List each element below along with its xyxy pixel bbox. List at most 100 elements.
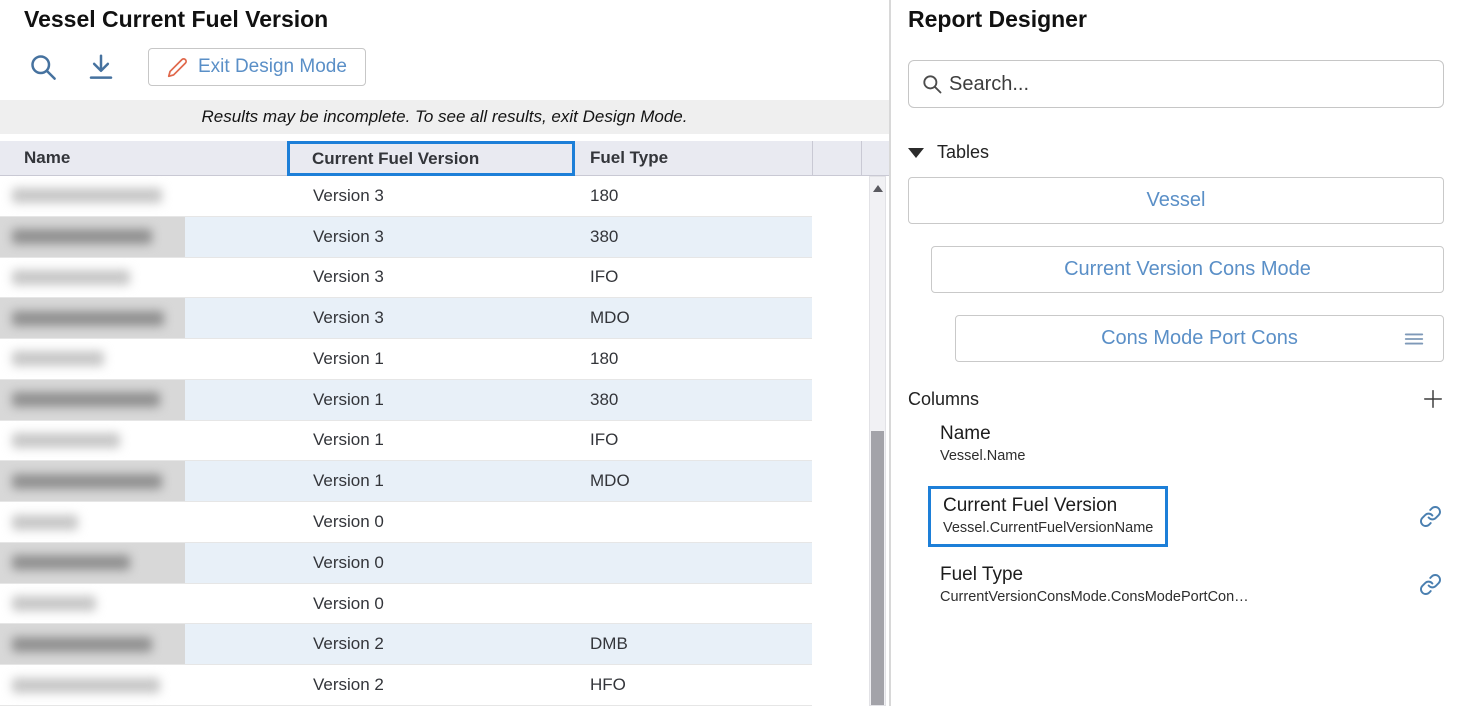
- table-header-row: Name Current Fuel Version Fuel Type: [0, 141, 889, 176]
- header-separator: [861, 141, 862, 175]
- column-path: CurrentVersionConsMode.ConsModePortCon…: [940, 589, 1249, 605]
- current-fuel-version-cell: Version 0: [287, 553, 577, 573]
- table-button-current-version-cons-mode[interactable]: Current Version Cons Mode: [931, 246, 1444, 293]
- current-fuel-version-cell: Version 3: [287, 186, 577, 206]
- vertical-scrollbar[interactable]: [869, 176, 886, 706]
- table-button-label: Cons Mode Port Cons: [1101, 327, 1298, 349]
- current-fuel-version-cell: Version 1: [287, 430, 577, 450]
- table-row[interactable]: Version 3 IFO: [0, 258, 812, 299]
- search-input[interactable]: [949, 73, 1431, 96]
- redacted-name: [12, 678, 160, 693]
- scrollbar-thumb[interactable]: [871, 431, 884, 705]
- name-cell-redacted: [0, 461, 185, 501]
- redacted-name: [12, 596, 96, 611]
- current-fuel-version-cell: Version 1: [287, 349, 577, 369]
- tables-section-label: Tables: [937, 142, 989, 163]
- name-cell-redacted: [0, 339, 287, 379]
- fuel-type-cell: IFO: [577, 267, 812, 287]
- exit-design-mode-label: Exit Design Mode: [198, 56, 347, 78]
- name-cell-redacted: [0, 584, 287, 624]
- table-row[interactable]: Version 3 180: [0, 176, 812, 217]
- name-cell-redacted: [0, 624, 185, 664]
- current-fuel-version-cell: Version 0: [287, 512, 577, 532]
- link-icon[interactable]: [1419, 573, 1442, 596]
- add-column-icon[interactable]: [1422, 388, 1444, 410]
- fuel-type-cell: 180: [577, 349, 812, 369]
- menu-icon[interactable]: [1401, 328, 1427, 350]
- header-separator: [812, 141, 813, 175]
- table-button-vessel[interactable]: Vessel: [908, 177, 1444, 224]
- search-button[interactable]: [24, 48, 62, 86]
- column-item-name[interactable]: Name Vessel.Name: [908, 423, 1444, 464]
- search-icon: [921, 73, 943, 95]
- table-row[interactable]: Version 1 180: [0, 339, 812, 380]
- table-row[interactable]: Version 0: [0, 584, 812, 625]
- report-designer-panel: Report Designer Tables Vessel Current Ve…: [889, 0, 1464, 706]
- column-path: Vessel.Name: [940, 448, 1025, 464]
- column-header-fuel-type[interactable]: Fuel Type: [577, 141, 812, 175]
- search-icon: [28, 52, 58, 82]
- name-cell-redacted: [0, 543, 185, 583]
- name-cell-redacted: [0, 217, 185, 257]
- name-cell-redacted: [0, 298, 185, 338]
- columns-section-header: Columns: [908, 388, 1444, 410]
- column-name: Fuel Type: [940, 564, 1249, 586]
- fuel-type-cell: MDO: [577, 308, 812, 328]
- highlighted-column-box: Current Fuel Version Vessel.CurrentFuelV…: [928, 486, 1168, 547]
- exit-design-mode-button[interactable]: Exit Design Mode: [148, 48, 366, 86]
- redacted-name: [12, 637, 152, 652]
- table-row[interactable]: Version 2 HFO: [0, 665, 812, 706]
- table-row[interactable]: Version 1 IFO: [0, 421, 812, 462]
- scroll-up-button[interactable]: [873, 185, 883, 192]
- table-row[interactable]: Version 1 MDO: [0, 461, 812, 502]
- redacted-name: [12, 392, 160, 407]
- table-row[interactable]: Version 3 MDO: [0, 298, 812, 339]
- column-item-fuel-type[interactable]: Fuel Type CurrentVersionConsMode.ConsMod…: [908, 564, 1444, 605]
- fuel-type-cell: 380: [577, 227, 812, 247]
- column-header-current-fuel-version-highlighted[interactable]: Current Fuel Version: [287, 141, 575, 176]
- toolbar: Exit Design Mode: [24, 46, 366, 88]
- design-mode-banner: Results may be incomplete. To see all re…: [0, 100, 889, 134]
- column-item-text: Name Vessel.Name: [940, 423, 1025, 464]
- name-cell-redacted: [0, 380, 185, 420]
- report-preview-panel: Vessel Current Fuel Version Exit Design …: [0, 0, 889, 706]
- name-cell-redacted: [0, 421, 287, 461]
- name-cell-redacted: [0, 176, 287, 216]
- fuel-type-cell: DMB: [577, 634, 812, 654]
- current-fuel-version-cell: Version 2: [287, 634, 577, 654]
- column-item-current-fuel-version[interactable]: Current Fuel Version Vessel.CurrentFuelV…: [908, 486, 1444, 547]
- column-name: Current Fuel Version: [943, 495, 1153, 517]
- panel-title: Report Designer: [908, 6, 1444, 33]
- table-button-cons-mode-port-cons[interactable]: Cons Mode Port Cons: [955, 315, 1444, 362]
- column-item-text: Fuel Type CurrentVersionConsMode.ConsMod…: [940, 564, 1249, 605]
- current-fuel-version-cell: Version 1: [287, 471, 577, 491]
- fuel-type-cell: 380: [577, 390, 812, 410]
- current-fuel-version-cell: Version 3: [287, 227, 577, 247]
- column-header-name[interactable]: Name: [0, 141, 287, 175]
- columns-section-label: Columns: [908, 389, 979, 410]
- redacted-name: [12, 515, 78, 530]
- results-table: Name Current Fuel Version Fuel Type Vers…: [0, 141, 889, 706]
- table-row[interactable]: Version 2 DMB: [0, 624, 812, 665]
- link-icon[interactable]: [1419, 505, 1442, 528]
- search-box[interactable]: [908, 60, 1444, 108]
- fuel-type-cell: MDO: [577, 471, 812, 491]
- table-row[interactable]: Version 0: [0, 543, 812, 584]
- download-button[interactable]: [82, 48, 120, 86]
- current-fuel-version-cell: Version 1: [287, 390, 577, 410]
- fuel-type-cell: 180: [577, 186, 812, 206]
- current-fuel-version-cell: Version 3: [287, 267, 577, 287]
- current-fuel-version-cell: Version 3: [287, 308, 577, 328]
- table-row[interactable]: Version 3 380: [0, 217, 812, 258]
- name-cell-redacted: [0, 258, 287, 298]
- redacted-name: [12, 311, 164, 326]
- table-row[interactable]: Version 0: [0, 502, 812, 543]
- name-cell-redacted: [0, 502, 287, 542]
- redacted-name: [12, 229, 152, 244]
- redacted-name: [12, 474, 162, 489]
- column-name: Name: [940, 423, 1025, 445]
- redacted-name: [12, 433, 120, 448]
- tables-section-toggle[interactable]: Tables: [908, 142, 1444, 163]
- table-row[interactable]: Version 1 380: [0, 380, 812, 421]
- name-cell-redacted: [0, 665, 287, 705]
